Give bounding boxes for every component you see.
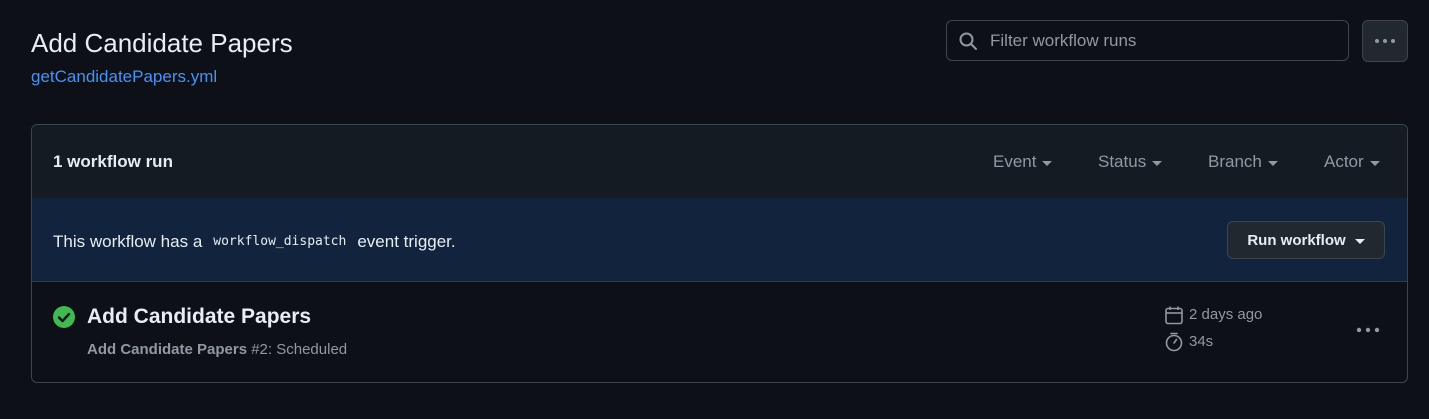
filter-runs-search[interactable] — [946, 20, 1349, 61]
check-circle-fill-icon — [53, 306, 75, 328]
caret-down-icon — [1267, 160, 1278, 166]
banner-text-before: This workflow has a — [53, 232, 203, 251]
workflow-runs-box: 1 workflow run Event Status Branch Actor… — [31, 124, 1408, 383]
caret-down-icon — [1152, 160, 1163, 166]
branch-filter-label: Branch — [1208, 152, 1262, 171]
banner-text-after: event trigger. — [357, 232, 456, 251]
run-duration-text: 34s — [1189, 333, 1214, 350]
workflow-dispatch-banner: This workflow has a workflow_dispatch ev… — [32, 198, 1407, 282]
actor-filter-menu[interactable]: Actor — [1324, 151, 1380, 173]
caret-down-icon — [1042, 160, 1053, 166]
page-title: Add Candidate Papers — [31, 28, 293, 58]
status-filter-label: Status — [1098, 152, 1147, 171]
event-filter-label: Event — [993, 152, 1037, 171]
caret-down-icon — [1354, 238, 1365, 244]
run-info: #2: Scheduled — [251, 341, 348, 358]
run-title-link[interactable]: Add Candidate Papers — [87, 304, 311, 330]
calendar-icon — [1165, 306, 1183, 325]
banner-event-code: workflow_dispatch — [213, 234, 347, 249]
more-options-button[interactable] — [1362, 20, 1408, 62]
kebab-horizontal-icon — [1375, 39, 1395, 43]
run-workflow-label: Run workflow — [1247, 231, 1346, 249]
search-icon — [958, 31, 978, 51]
filter-runs-input[interactable] — [990, 30, 1330, 51]
run-duration: 34s — [1164, 332, 1213, 352]
runs-header: 1 workflow run Event Status Branch Actor — [32, 125, 1407, 199]
run-workflow-button[interactable]: Run workflow — [1227, 221, 1385, 259]
event-filter-menu[interactable]: Event — [993, 151, 1053, 173]
actor-filter-label: Actor — [1324, 152, 1364, 171]
stopwatch-icon — [1165, 332, 1183, 352]
caret-down-icon — [1369, 160, 1380, 166]
branch-filter-menu[interactable]: Branch — [1208, 151, 1278, 173]
run-time-ago: 2 days ago — [1189, 306, 1263, 323]
workflow-runs-page: Add Candidate Papers getCandidatePapers.… — [0, 0, 1429, 419]
run-date: 2 days ago — [1164, 305, 1262, 325]
workflow-file-link[interactable]: getCandidatePapers.yml — [31, 66, 217, 88]
status-filter-menu[interactable]: Status — [1098, 151, 1163, 173]
banner-message: This workflow has a workflow_dispatch ev… — [53, 229, 456, 255]
run-workflow-name: Add Candidate Papers — [87, 341, 248, 358]
kebab-horizontal-icon — [1356, 327, 1380, 333]
run-subtitle: Add Candidate Papers #2: Scheduled — [87, 340, 347, 360]
run-options-button[interactable] — [1350, 315, 1386, 345]
workflow-run-row: Add Candidate Papers Add Candidate Paper… — [32, 282, 1407, 382]
run-count: 1 workflow run — [53, 152, 173, 171]
